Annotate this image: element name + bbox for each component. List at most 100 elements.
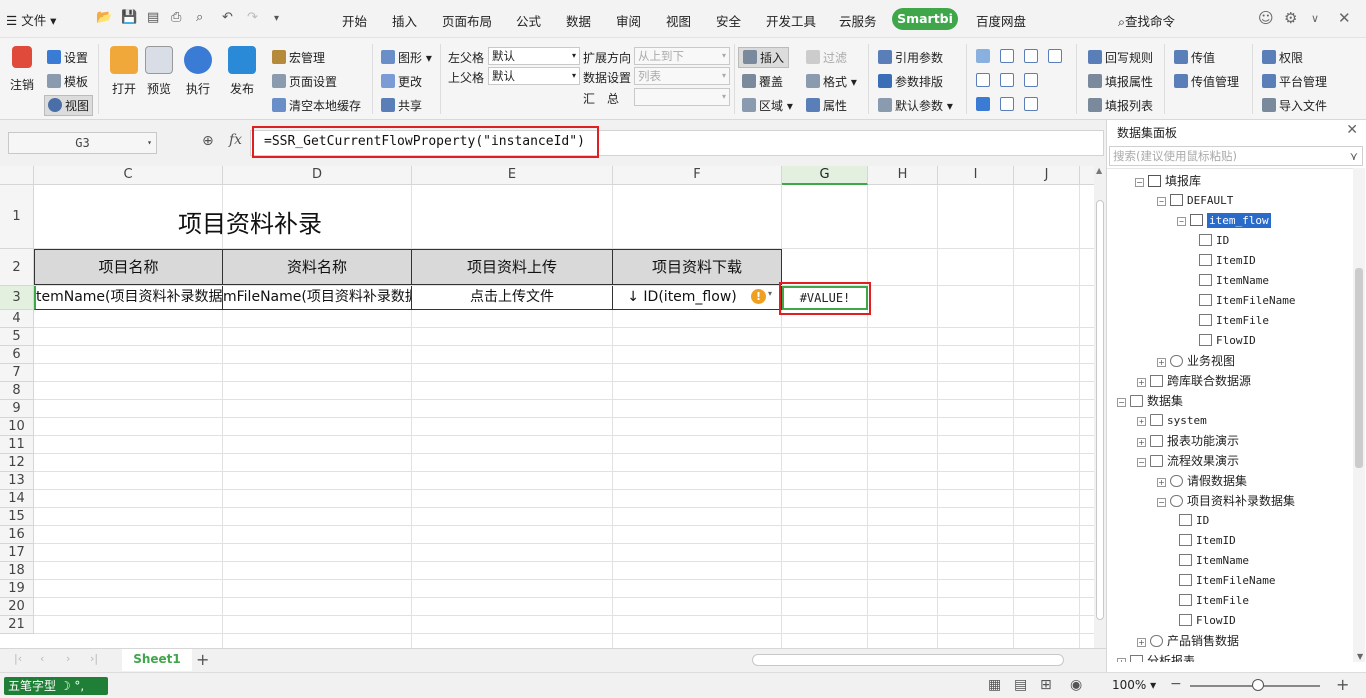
tab-formula[interactable]: 公式 xyxy=(516,11,541,30)
row-header[interactable]: 7 xyxy=(0,364,34,382)
column-header-j[interactable]: J xyxy=(1014,166,1080,185)
row-header[interactable]: 13 xyxy=(0,472,34,490)
zoom-in-icon[interactable]: + xyxy=(1336,675,1349,694)
tree-node[interactable]: FlowID xyxy=(1179,611,1236,631)
tab-security[interactable]: 安全 xyxy=(716,11,741,30)
expand-toggle-icon[interactable]: + xyxy=(1137,638,1146,647)
prev-sheet-icon[interactable]: ‹ xyxy=(40,652,44,665)
open-icon[interactable]: 📂 xyxy=(96,10,112,25)
row-header[interactable]: 20 xyxy=(0,598,34,616)
page-layout-view-icon[interactable]: ▤ xyxy=(1014,677,1027,693)
text-widget-icon[interactable] xyxy=(976,73,990,87)
platform-mgmt-button[interactable]: 平台管理 xyxy=(1262,73,1327,90)
next-sheet-icon[interactable]: › xyxy=(66,652,70,665)
tree-node[interactable]: + 跨库联合数据源 xyxy=(1137,371,1251,391)
textarea-widget-icon[interactable] xyxy=(1024,73,1038,87)
fill-property-button[interactable]: 填报属性 xyxy=(1088,73,1153,90)
tab-review[interactable]: 审阅 xyxy=(616,11,641,30)
page-break-view-icon[interactable]: ⊞ xyxy=(1040,677,1052,693)
fx-icon[interactable]: fx xyxy=(229,132,242,148)
graphic-button[interactable]: 图形 ▾ xyxy=(381,49,432,66)
column-header-h[interactable]: H xyxy=(868,166,938,185)
header-project-name[interactable]: 项目名称 xyxy=(34,249,223,285)
scroll-down-icon[interactable]: ▼ xyxy=(1357,652,1363,661)
fill-list-button[interactable]: 填报列表 xyxy=(1088,97,1153,114)
row-header[interactable]: 14 xyxy=(0,490,34,508)
pass-value-button[interactable]: 传值 xyxy=(1174,49,1215,66)
expand-toggle-icon[interactable]: − xyxy=(1135,178,1144,187)
image-widget-icon[interactable] xyxy=(1000,73,1014,87)
filter-icon[interactable]: ⋎ xyxy=(1350,147,1358,165)
ref-param-button[interactable]: 引用参数 xyxy=(878,49,943,66)
formula-text[interactable]: =SSR_GetCurrentFlowProperty("instanceId"… xyxy=(252,126,599,158)
column-header-f[interactable]: F xyxy=(613,166,782,185)
print-icon[interactable]: ⎙ xyxy=(171,10,181,25)
tree-node[interactable]: ItemName xyxy=(1199,271,1269,291)
property-button[interactable]: 属性 xyxy=(806,97,847,114)
header-upload[interactable]: 项目资料上传 xyxy=(411,249,613,285)
row-header[interactable]: 11 xyxy=(0,436,34,454)
row-header[interactable]: 15 xyxy=(0,508,34,526)
header-file-name[interactable]: 资料名称 xyxy=(222,249,412,285)
chevron-down-icon[interactable]: ∨ xyxy=(1311,12,1319,25)
tree-node[interactable]: + system xyxy=(1137,411,1207,431)
row-header[interactable]: 10 xyxy=(0,418,34,436)
column-header-k[interactable] xyxy=(1080,166,1094,185)
data-setting-select[interactable]: 列表 ▾ xyxy=(634,67,730,85)
vertical-scroll-thumb[interactable] xyxy=(1096,200,1104,620)
settings-button[interactable]: 设置 xyxy=(47,49,88,66)
format-button[interactable]: 格式 ▾ xyxy=(806,73,857,90)
cell-g3-selected[interactable]: #VALUE! xyxy=(782,286,868,310)
tree-node[interactable]: ID xyxy=(1199,231,1229,251)
cover-button[interactable]: 覆盖 xyxy=(742,73,783,90)
expand-toggle-icon[interactable]: − xyxy=(1177,217,1186,226)
tab-start[interactable]: 开始 xyxy=(342,11,367,30)
view-button[interactable]: 视图 xyxy=(44,95,94,116)
edit-widget-icon[interactable] xyxy=(1000,97,1014,111)
row-header[interactable]: 21 xyxy=(0,616,34,634)
ime-indicator[interactable]: 五笔字型 ☽ °, xyxy=(4,677,108,695)
tree-node[interactable]: − item_flow xyxy=(1177,211,1271,231)
close-icon[interactable]: ✕ xyxy=(1346,122,1358,138)
report-title[interactable]: 项目资料补录 xyxy=(178,204,322,239)
panel-scrollbar[interactable] xyxy=(1353,168,1365,662)
zoom-slider-knob[interactable] xyxy=(1252,679,1264,691)
row-header[interactable]: 18 xyxy=(0,562,34,580)
tab-page-layout[interactable]: 页面布局 xyxy=(442,11,492,30)
add-sheet-icon[interactable]: + xyxy=(196,650,209,669)
tree-node[interactable]: ItemFileName xyxy=(1179,571,1275,591)
import-file-button[interactable]: 导入文件 xyxy=(1262,97,1327,114)
column-header-g[interactable]: G xyxy=(782,166,868,185)
expand-direction-select[interactable]: 从上到下 ▾ xyxy=(634,47,730,65)
panel-scroll-thumb[interactable] xyxy=(1355,268,1363,468)
zoom-out-icon[interactable]: − xyxy=(1170,676,1182,692)
cell-c3[interactable]: temName(项目资料补录数据 xyxy=(34,286,223,310)
column-header-c[interactable]: C xyxy=(34,166,223,185)
pass-mgmt-button[interactable]: 传值管理 xyxy=(1174,73,1239,90)
close-icon[interactable]: ✕ xyxy=(1338,9,1351,27)
expand-toggle-icon[interactable]: + xyxy=(1137,417,1146,426)
page-setup-button[interactable]: 页面设置 xyxy=(272,73,337,90)
checkbox-widget-icon[interactable] xyxy=(976,97,990,111)
insert-button[interactable]: 插入 xyxy=(738,47,790,68)
summary-select[interactable]: ▾ xyxy=(634,88,730,106)
column-header-e[interactable]: E xyxy=(412,166,613,185)
template-button[interactable]: 模板 xyxy=(47,73,88,90)
tree-node[interactable]: ID xyxy=(1179,511,1209,531)
tree-node[interactable]: − DEFAULT xyxy=(1157,191,1233,211)
search-command[interactable]: ⌕查找命令 xyxy=(1118,11,1175,30)
file-menu[interactable]: ☰ 文件 ▾ xyxy=(6,10,56,29)
row-header[interactable]: 17 xyxy=(0,544,34,562)
cell-e3[interactable]: 点击上传文件 xyxy=(411,286,613,310)
print-preview-icon[interactable]: ⌕ xyxy=(196,10,203,25)
execute-button[interactable]: 执行 xyxy=(184,46,212,97)
tab-data[interactable]: 数据 xyxy=(566,11,591,30)
row-header[interactable]: 16 xyxy=(0,526,34,544)
region-button[interactable]: 区域 ▾ xyxy=(742,97,793,114)
undo-icon[interactable]: ↶ xyxy=(222,10,233,25)
expand-toggle-icon[interactable]: + xyxy=(1157,478,1166,487)
feedback-icon[interactable]: ☺ xyxy=(1258,9,1274,27)
row-header[interactable]: 5 xyxy=(0,328,34,346)
horizontal-scroll-thumb[interactable] xyxy=(752,654,1064,666)
tree-node[interactable]: − 数据集 xyxy=(1117,391,1183,411)
